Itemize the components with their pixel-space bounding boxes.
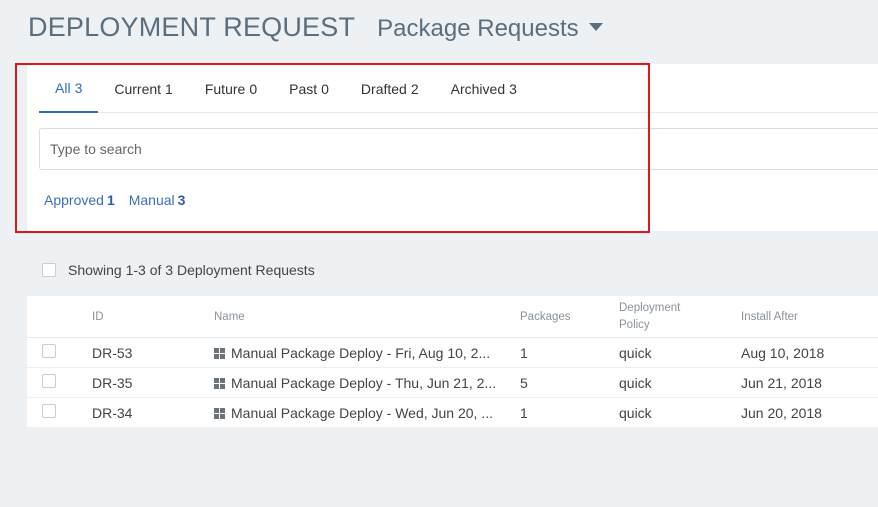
table-row[interactable]: DR-34 Manual Package Deploy - Wed, Jun 2… xyxy=(27,398,878,428)
row-name-text: Manual Package Deploy - Wed, Jun 20, ... xyxy=(231,405,493,421)
tab-label: Past xyxy=(289,80,318,97)
tab-past[interactable]: Past 0 xyxy=(273,64,345,113)
row-install-after: Jun 21, 2018 xyxy=(741,375,822,391)
row-policy: quick xyxy=(619,375,652,391)
table-header: ID Name Packages Deployment Policy Insta… xyxy=(27,296,878,338)
tab-drafted[interactable]: Drafted 2 xyxy=(345,64,435,113)
column-header-name[interactable]: Name xyxy=(214,296,245,338)
filter-count: 1 xyxy=(106,192,115,208)
table-row[interactable]: DR-35 Manual Package Deploy - Thu, Jun 2… xyxy=(27,368,878,398)
page-title: DEPLOYMENT REQUEST xyxy=(28,12,356,42)
search-box xyxy=(39,128,878,170)
tab-count: 3 xyxy=(74,79,83,96)
page-header: DEPLOYMENT REQUEST Package Requests xyxy=(28,12,603,43)
row-name[interactable]: Manual Package Deploy - Thu, Jun 21, 2..… xyxy=(214,368,509,398)
tab-count: 2 xyxy=(410,80,419,97)
request-type-dropdown[interactable]: Package Requests xyxy=(377,15,603,43)
filter-manual[interactable]: Manual 3 xyxy=(129,192,186,208)
row-install-after: Jun 20, 2018 xyxy=(741,405,822,421)
table-row[interactable]: DR-53 Manual Package Deploy - Fri, Aug 1… xyxy=(27,338,878,368)
tab-future[interactable]: Future 0 xyxy=(189,64,273,113)
tab-label: Archived xyxy=(450,80,506,97)
windows-icon xyxy=(214,407,225,419)
windows-icon xyxy=(214,377,225,389)
row-name-text: Manual Package Deploy - Fri, Aug 10, 2..… xyxy=(231,345,491,361)
row-packages: 1 xyxy=(520,405,528,421)
results-summary: Showing 1-3 of 3 Deployment Requests xyxy=(42,262,315,278)
column-header-policy[interactable]: Deployment Policy xyxy=(619,296,699,338)
row-policy: quick xyxy=(619,345,652,361)
tab-label: All xyxy=(55,79,71,96)
request-type-label: Package Requests xyxy=(377,15,579,42)
status-tabs: All 3 Current 1 Future 0 Past 0 Drafted … xyxy=(39,64,878,113)
filter-panel: All 3 Current 1 Future 0 Past 0 Drafted … xyxy=(27,64,878,231)
tab-archived[interactable]: Archived 3 xyxy=(435,64,533,113)
row-checkbox[interactable] xyxy=(42,374,56,388)
row-checkbox[interactable] xyxy=(42,404,56,418)
search-input[interactable] xyxy=(40,129,878,169)
row-id: DR-34 xyxy=(92,405,133,421)
row-name-text: Manual Package Deploy - Thu, Jun 21, 2..… xyxy=(231,375,497,391)
tab-count: 0 xyxy=(321,80,329,97)
filter-label: Approved xyxy=(44,192,104,208)
row-packages: 1 xyxy=(520,345,528,361)
caret-down-icon xyxy=(588,23,603,31)
row-packages: 5 xyxy=(520,375,528,391)
filter-approved[interactable]: Approved 1 xyxy=(44,192,115,208)
quick-filters: Approved 1 Manual 3 xyxy=(44,192,199,208)
tab-count: 1 xyxy=(165,80,173,97)
tab-label: Drafted xyxy=(360,80,407,97)
row-install-after: Aug 10, 2018 xyxy=(741,345,825,361)
row-name[interactable]: Manual Package Deploy - Wed, Jun 20, ... xyxy=(214,398,509,428)
column-header-install-after[interactable]: Install After xyxy=(741,296,798,338)
tab-count: 3 xyxy=(509,80,517,97)
showing-count-text: Showing 1-3 of 3 Deployment Requests xyxy=(68,262,315,278)
tab-all[interactable]: All 3 xyxy=(39,64,99,113)
select-all-checkbox[interactable] xyxy=(42,263,56,277)
row-name[interactable]: Manual Package Deploy - Fri, Aug 10, 2..… xyxy=(214,338,509,368)
filter-count: 3 xyxy=(177,192,186,208)
row-policy: quick xyxy=(619,405,652,421)
tab-label: Future xyxy=(204,80,246,97)
row-checkbox[interactable] xyxy=(42,344,56,358)
filter-label: Manual xyxy=(128,192,175,208)
tab-current[interactable]: Current 1 xyxy=(98,64,188,113)
row-id: DR-35 xyxy=(92,375,133,391)
tab-count: 0 xyxy=(249,80,258,97)
column-header-packages[interactable]: Packages xyxy=(520,296,571,338)
row-id: DR-53 xyxy=(92,345,133,361)
column-header-id[interactable]: ID xyxy=(92,296,104,338)
tab-label: Current xyxy=(114,80,162,97)
requests-table: ID Name Packages Deployment Policy Insta… xyxy=(27,296,878,428)
windows-icon xyxy=(214,347,225,359)
